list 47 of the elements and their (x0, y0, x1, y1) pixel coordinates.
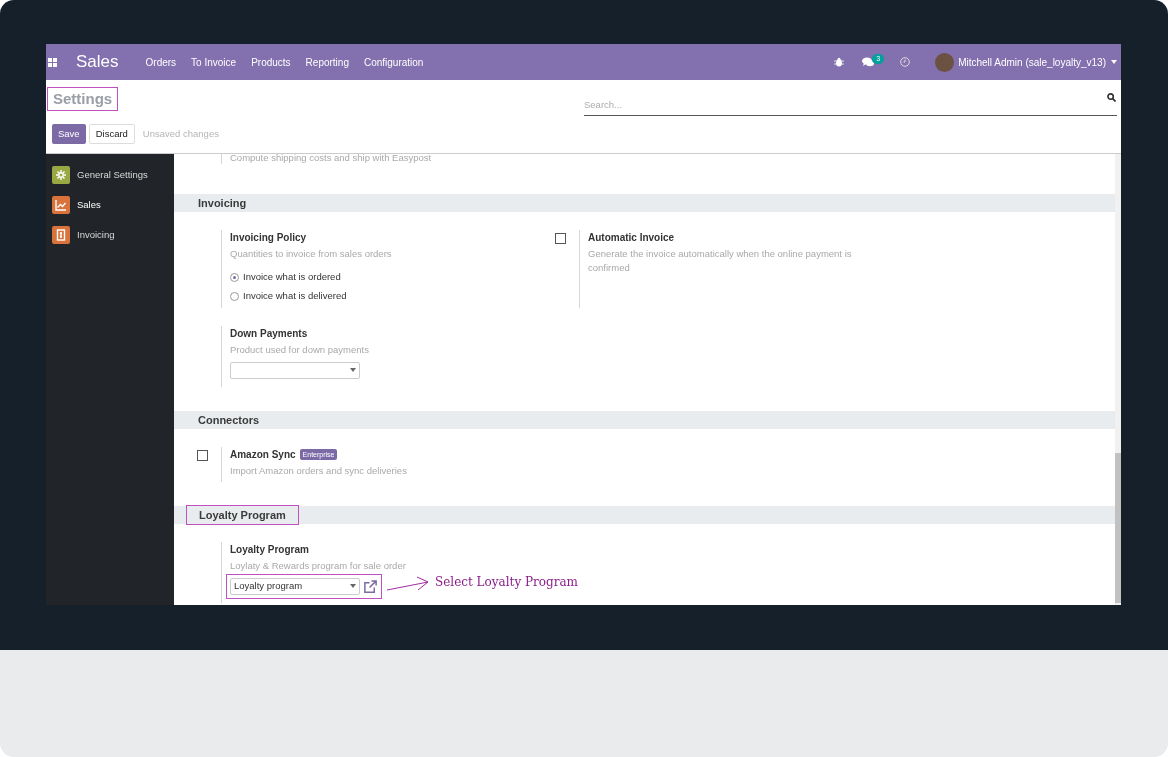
page-title: Settings (47, 87, 119, 111)
select-field[interactable]: Loyalty program (230, 577, 360, 595)
chat-icon[interactable] (862, 57, 875, 67)
select-field[interactable] (230, 361, 360, 379)
setting-description: Quantities to invoice from sales orders (230, 247, 393, 261)
setting-title: Loyalty Program (230, 542, 309, 557)
sidebar-item[interactable]: General Settings (52, 166, 174, 184)
section-title: Connectors (197, 412, 261, 428)
checkbox[interactable] (555, 233, 566, 244)
save-button[interactable]: Save (52, 124, 86, 145)
caret-icon (350, 368, 356, 372)
setting-description: Import Amazon orders and sync deliveries (230, 463, 408, 478)
setting-description: Compute shipping costs and ship with Easypost (230, 154, 432, 163)
section-title: Invoicing (197, 196, 248, 211)
apps-icon[interactable] (48, 57, 57, 67)
setting-title: Invoicing Policy (230, 231, 307, 245)
app-name[interactable]: Sales (76, 49, 119, 75)
section-title: Loyalty Program (186, 504, 299, 525)
setting-description: Product used for down payments (230, 342, 370, 357)
checkbox[interactable] (197, 449, 208, 461)
user-menu[interactable]: Mitchell Admin (sale_loyalty_v13) (958, 54, 1106, 70)
bug-icon[interactable] (834, 57, 845, 67)
radio-label: Invoice what is ordered (243, 270, 341, 284)
menu-item[interactable]: Reporting (305, 54, 349, 70)
external-link-icon[interactable] (363, 578, 378, 594)
radio-label: Invoice what is delivered (243, 289, 347, 304)
setting-description: Generate the invoice automatically when the online payment is confirmed (588, 247, 853, 275)
caret-icon (1111, 60, 1117, 64)
setting-title: Down Payments (230, 326, 308, 341)
sidebar-item[interactable]: Invoicing (52, 226, 174, 244)
menu-item[interactable]: To Invoice (191, 54, 237, 70)
sidebar-item[interactable]: Sales (52, 196, 174, 214)
clock-icon[interactable] (900, 57, 911, 67)
setting-description: Loylaty & Rewards program for sale order (230, 558, 407, 573)
discard-button[interactable]: Discard (88, 124, 135, 145)
radio-button[interactable] (230, 272, 239, 282)
menu-item[interactable]: Configuration (363, 54, 424, 70)
search-icon[interactable] (1107, 93, 1116, 102)
annotation-text: Select Loyalty Program (435, 573, 578, 591)
setting-title: Amazon Sync (230, 447, 296, 462)
radio-button[interactable] (230, 291, 239, 301)
menu-item[interactable]: Orders (145, 54, 177, 70)
setting-title: Automatic Invoice (588, 231, 675, 245)
unsaved-status: Unsaved changes (142, 127, 219, 142)
caret-icon (350, 584, 356, 588)
menu-item[interactable]: Products (251, 54, 291, 70)
search-field[interactable]: Search... (584, 98, 1117, 117)
